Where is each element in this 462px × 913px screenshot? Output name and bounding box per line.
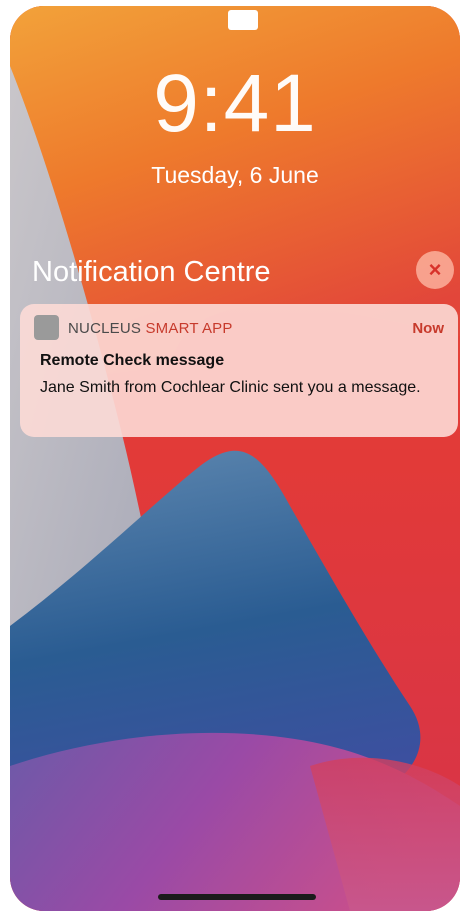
notification-time: Now [412, 320, 444, 337]
app-icon [34, 315, 59, 340]
app-name-primary: NUCLEUS [68, 320, 142, 337]
top-notch [228, 10, 258, 30]
close-notifications-button[interactable]: × [416, 251, 454, 289]
lock-screen-date: Tuesday, 6 June [151, 162, 319, 188]
app-name-secondary: SMART APP [141, 320, 233, 337]
lock-screen-time: 9:41 [153, 58, 317, 149]
close-icon: × [428, 257, 442, 282]
lock-screen: 9:41 Tuesday, 6 June Notification Centre… [10, 6, 460, 911]
notification-title: Remote Check message [40, 352, 225, 369]
home-indicator[interactable] [158, 894, 316, 900]
notification-body: Jane Smith from Cochlear Clinic sent you… [40, 379, 421, 396]
notification-app-name: NUCLEUS SMART APP [68, 320, 233, 337]
notification-card[interactable]: NUCLEUS SMART APP Now Remote Check messa… [20, 304, 458, 437]
notification-centre-title: Notification Centre [32, 256, 271, 288]
